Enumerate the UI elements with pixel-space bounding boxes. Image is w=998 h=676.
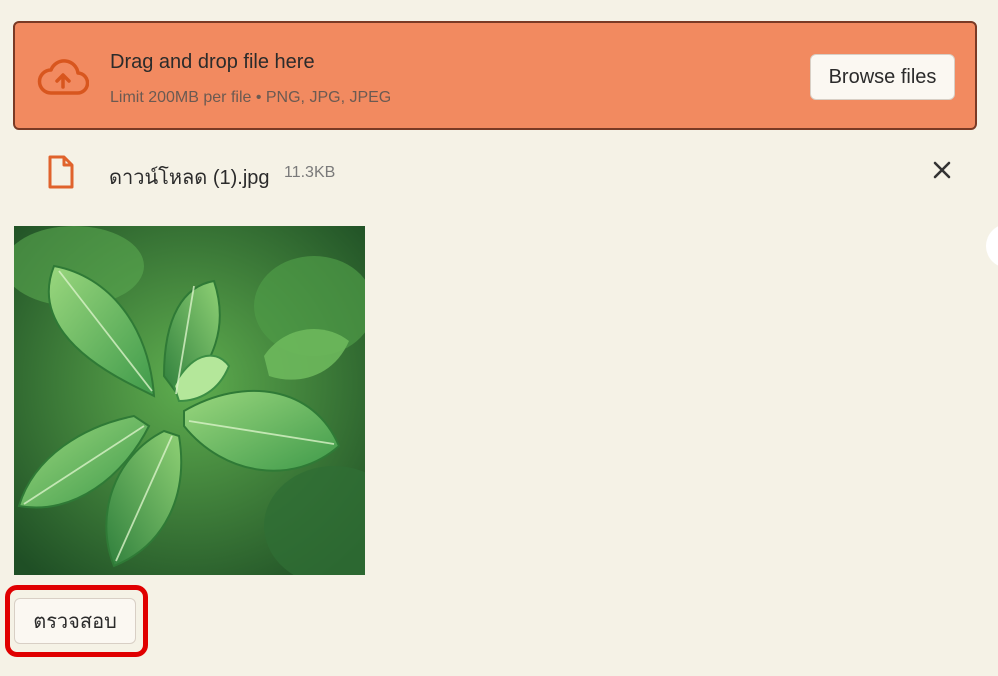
- scroll-handle[interactable]: [986, 224, 998, 268]
- file-name: ดาวน์โหลด (1).jpg: [109, 167, 270, 189]
- dropzone-title: Drag and drop file here: [110, 51, 315, 73]
- cloud-upload-icon: [37, 59, 89, 95]
- close-icon[interactable]: [930, 158, 954, 182]
- mint-leaves-image: [14, 226, 365, 575]
- browse-files-button[interactable]: Browse files: [810, 54, 955, 100]
- file-dropzone[interactable]: Drag and drop file here Limit 200MB per …: [13, 21, 977, 130]
- check-button[interactable]: ตรวจสอบ: [14, 598, 136, 644]
- file-icon: [48, 155, 74, 189]
- uploaded-file-row: ดาวน์โหลด (1).jpg 11.3KB: [0, 148, 998, 198]
- uploaded-image-preview: [14, 226, 365, 575]
- file-size: 11.3KB: [284, 164, 336, 181]
- dropzone-limit-text: Limit 200MB per file • PNG, JPG, JPEG: [110, 89, 392, 106]
